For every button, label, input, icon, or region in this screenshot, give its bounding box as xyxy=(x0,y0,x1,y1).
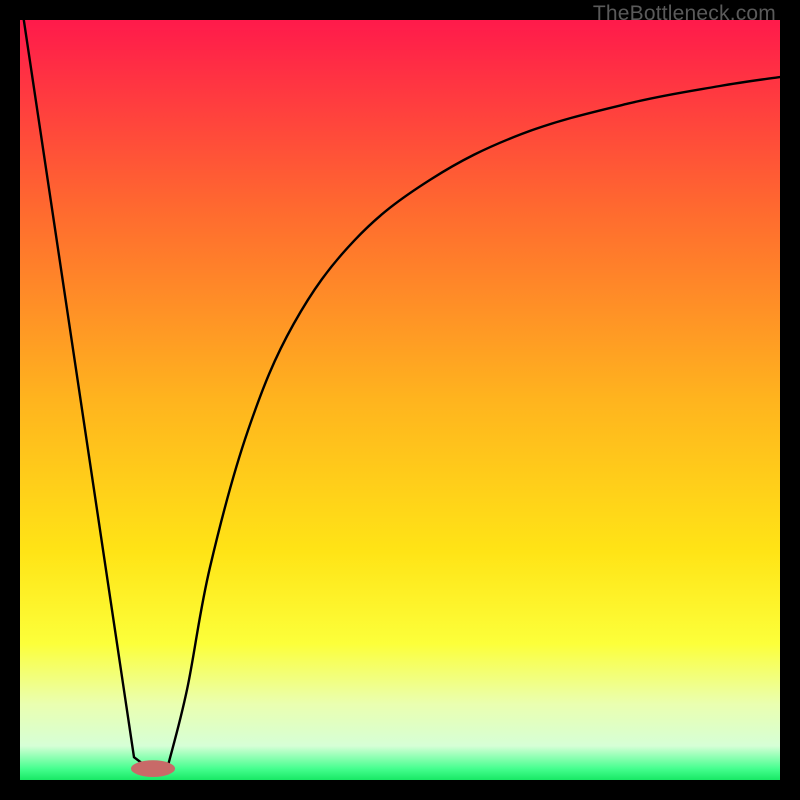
watermark-label: TheBottleneck.com xyxy=(593,2,776,26)
chart-svg xyxy=(20,20,780,780)
valley-marker xyxy=(131,760,175,777)
chart-frame xyxy=(20,20,780,780)
marker-layer xyxy=(131,760,175,777)
gradient-background xyxy=(20,20,780,780)
